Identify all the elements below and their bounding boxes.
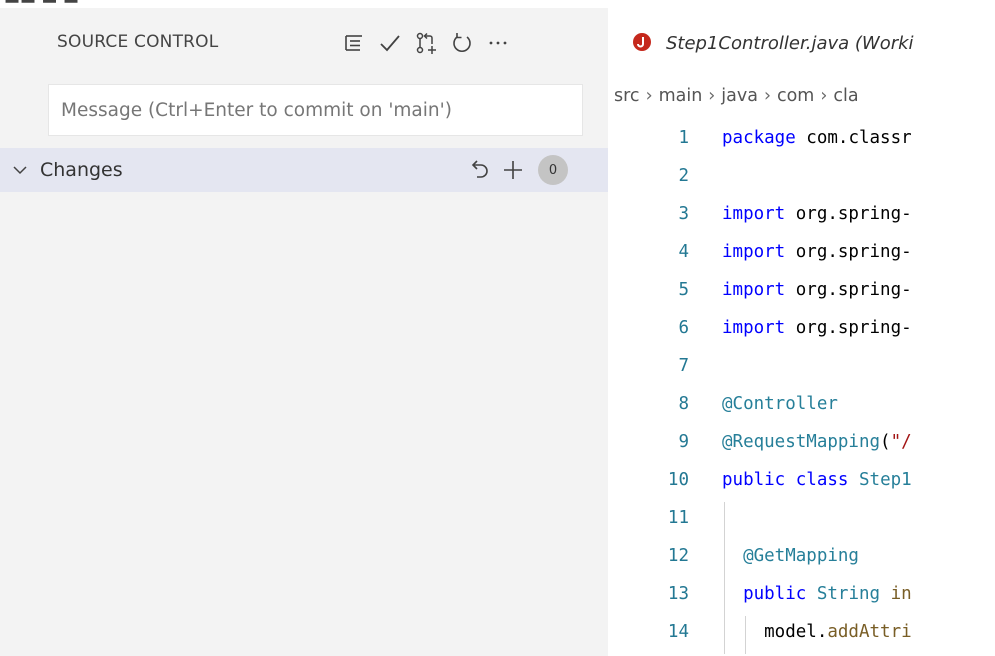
line-number: 10 xyxy=(667,470,689,490)
line-number: 13 xyxy=(667,584,689,604)
refresh-icon xyxy=(453,33,471,52)
sidebar-title: SOURCE CONTROL xyxy=(57,32,219,52)
view-as-tree-icon xyxy=(345,35,362,51)
breadcrumb-separator: › xyxy=(645,86,653,106)
code-line[interactable]: 13 public String in xyxy=(608,578,995,616)
breadcrumb-item-main[interactable]: main xyxy=(659,86,703,106)
code-text: import org.spring- xyxy=(722,280,912,300)
pull-request-icon xyxy=(416,32,436,54)
line-number: 9 xyxy=(678,432,689,452)
changes-count-badge: 0 xyxy=(538,155,568,185)
code-line[interactable]: 3 import org.spring- xyxy=(608,198,995,236)
code-line[interactable]: 5 import org.spring- xyxy=(608,274,995,312)
line-number: 7 xyxy=(678,356,689,376)
code-line[interactable]: 10 public class Step1 xyxy=(608,464,995,502)
code-line[interactable]: 1 package com.classr xyxy=(608,122,995,160)
commit-message-input[interactable] xyxy=(49,85,582,135)
breadcrumb-item-cla[interactable]: cla xyxy=(833,86,858,106)
breadcrumb-separator: › xyxy=(820,86,828,106)
line-number: 2 xyxy=(678,166,689,186)
line-number: 6 xyxy=(678,318,689,338)
breadcrumb-item-src[interactable]: src xyxy=(614,86,640,106)
line-number: 3 xyxy=(678,204,689,224)
code-text: import org.spring- xyxy=(722,242,912,262)
code-line[interactable]: 11 xyxy=(608,502,995,540)
line-number: 5 xyxy=(678,280,689,300)
code-text: model.addAttri xyxy=(722,622,912,642)
code-text: import org.spring- xyxy=(722,204,912,224)
code-line[interactable]: 4 import org.spring- xyxy=(608,236,995,274)
code-text: package com.classr xyxy=(722,128,912,148)
stage-all-changes-button[interactable] xyxy=(496,154,530,186)
code-line[interactable]: 2 xyxy=(608,160,995,198)
stage-all-icon xyxy=(504,161,522,179)
indent-guide xyxy=(745,616,746,654)
code-text: public class Step1 xyxy=(722,470,912,490)
code-text: @Controller xyxy=(722,394,838,414)
code-line[interactable]: 6 import org.spring- xyxy=(608,312,995,350)
breadcrumb-separator: › xyxy=(708,86,716,106)
breadcrumb-item-java[interactable]: java xyxy=(721,86,758,106)
line-number: 4 xyxy=(678,242,689,262)
line-number: 8 xyxy=(678,394,689,414)
editor-tab[interactable]: Step1Controller.java (Worki xyxy=(608,8,995,74)
line-number: 12 xyxy=(667,546,689,566)
line-number: 11 xyxy=(667,508,689,528)
commit-button[interactable] xyxy=(372,26,408,60)
code-line[interactable]: 14 model.addAttri xyxy=(608,616,995,654)
line-number: 1 xyxy=(678,128,689,148)
discard-all-changes-button[interactable] xyxy=(462,154,496,186)
changes-actions: 0 xyxy=(462,154,568,186)
view-as-tree-button[interactable] xyxy=(336,26,372,60)
pull-request-button[interactable] xyxy=(408,26,444,60)
refresh-button[interactable] xyxy=(444,26,480,60)
breadcrumb-separator: › xyxy=(763,86,771,106)
breadcrumb-item-com[interactable]: com xyxy=(777,86,814,106)
more-actions-button[interactable] xyxy=(480,26,516,60)
sidebar-actions xyxy=(336,26,516,60)
changes-label: Changes xyxy=(40,159,123,181)
commit-check-icon xyxy=(380,35,400,52)
chevron-down-icon[interactable] xyxy=(10,160,30,180)
cropped-text: ▬▬ ▬ ▬ xyxy=(4,0,79,8)
code-line[interactable]: 12 @GetMapping xyxy=(608,540,995,578)
code-line[interactable]: 9 @RequestMapping("/ xyxy=(608,426,995,464)
code-line[interactable]: 7 xyxy=(608,350,995,388)
java-error-icon xyxy=(633,33,651,51)
indent-guide xyxy=(724,502,725,654)
commit-message-box xyxy=(48,84,583,136)
top-cropped-strip: ▬▬ ▬ ▬ xyxy=(0,0,995,8)
code-text: import org.spring- xyxy=(722,318,912,338)
source-control-sidebar: SOURCE CONTROL Message (Ctrl+Enter to co… xyxy=(0,8,608,656)
code-line[interactable]: 8 @Controller xyxy=(608,388,995,426)
code-editor: Step1Controller.java (Worki src › main › jav… xyxy=(608,8,995,656)
code-text: @GetMapping xyxy=(722,546,859,566)
breadcrumb: src › main › java › com › cla xyxy=(608,86,995,116)
sidebar-header: SOURCE CONTROL xyxy=(0,8,608,76)
discard-changes-icon xyxy=(471,160,488,178)
more-actions-icon xyxy=(489,41,507,45)
tab-title: Step1Controller.java (Worki xyxy=(666,33,914,54)
changes-group-header[interactable]: Changes 0 xyxy=(0,148,608,192)
code-text: public String in xyxy=(722,584,912,604)
line-number: 14 xyxy=(667,622,689,642)
code-text: @RequestMapping("/ xyxy=(722,432,912,452)
